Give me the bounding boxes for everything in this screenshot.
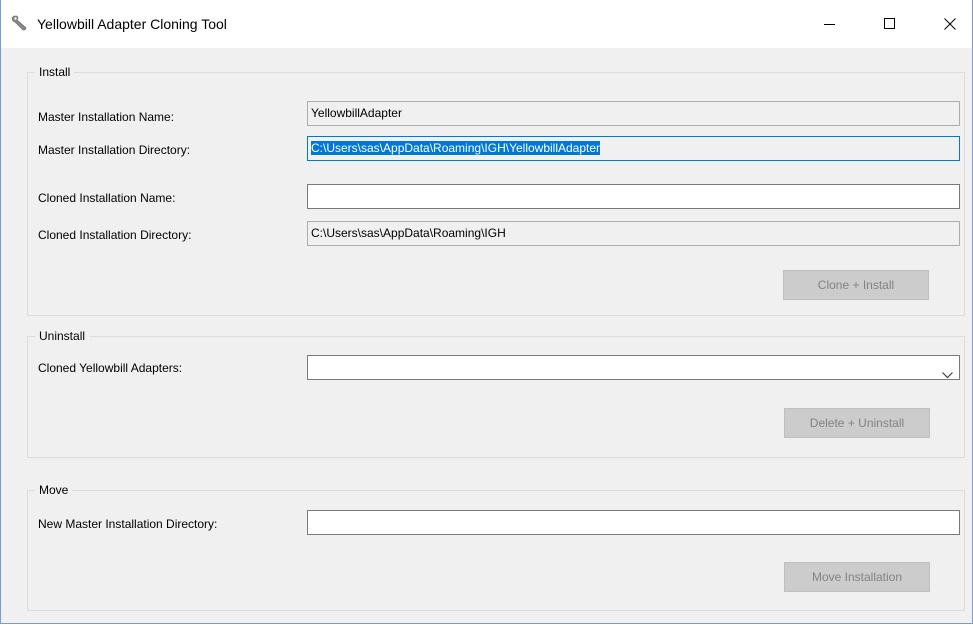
cloned-name-field[interactable] <box>307 184 960 209</box>
close-button[interactable] <box>927 0 973 48</box>
master-dir-value: C:\Users\sas\AppData\Roaming\IGH\Yellowb… <box>311 141 601 155</box>
window-title: Yellowbill Adapter Cloning Tool <box>37 16 227 32</box>
app-window: Yellowbill Adapter Cloning Tool Install … <box>0 0 973 624</box>
maximize-button[interactable] <box>867 0 913 48</box>
minimize-button[interactable] <box>807 0 853 48</box>
master-dir-label: Master Installation Directory: <box>38 143 191 157</box>
cloned-name-label: Cloned Installation Name: <box>38 191 176 205</box>
uninstall-group-title: Uninstall <box>35 329 90 343</box>
cloned-dir-label: Cloned Installation Directory: <box>38 228 192 242</box>
title-bar[interactable]: Yellowbill Adapter Cloning Tool <box>1 0 972 48</box>
cloned-dir-field[interactable]: C:\Users\sas\AppData\Roaming\IGH <box>307 221 960 246</box>
install-group-title: Install <box>35 65 75 79</box>
close-icon <box>944 18 956 30</box>
master-dir-field[interactable]: C:\Users\sas\AppData\Roaming\IGH\Yellowb… <box>307 136 960 161</box>
new-master-dir-label: New Master Installation Directory: <box>38 517 218 531</box>
move-group-title: Move <box>35 483 73 497</box>
wrench-icon <box>11 14 29 32</box>
maximize-icon <box>884 18 895 29</box>
minimize-icon <box>824 24 835 25</box>
chevron-down-icon[interactable] <box>942 364 953 379</box>
delete-uninstall-button[interactable]: Delete + Uninstall <box>784 408 930 438</box>
cloned-adapters-dropdown[interactable] <box>307 355 960 380</box>
move-installation-button[interactable]: Move Installation <box>784 562 930 592</box>
cloned-adapters-label: Cloned Yellowbill Adapters: <box>38 361 183 375</box>
move-group: Move <box>27 483 965 611</box>
master-name-label: Master Installation Name: <box>38 110 175 124</box>
clone-install-button[interactable]: Clone + Install <box>783 270 929 300</box>
new-master-dir-field[interactable] <box>307 510 960 535</box>
master-name-field[interactable]: YellowbillAdapter <box>307 101 960 126</box>
